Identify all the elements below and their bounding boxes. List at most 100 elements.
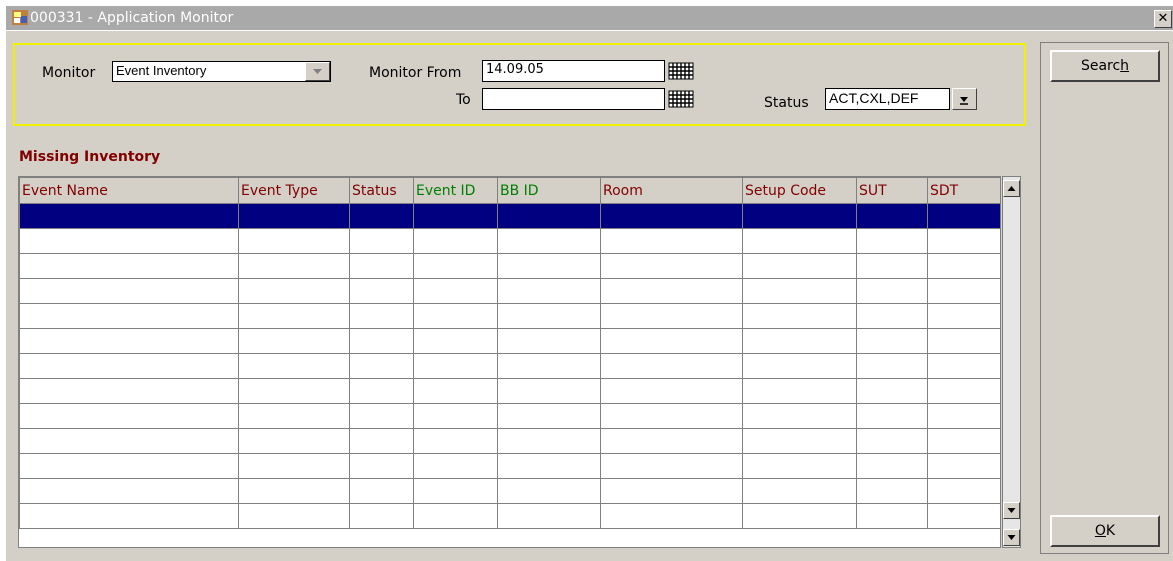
- table-cell[interactable]: [349, 303, 414, 329]
- table-cell[interactable]: [349, 278, 414, 304]
- table-cell[interactable]: [742, 353, 857, 379]
- table-cell[interactable]: [856, 403, 928, 429]
- table-row[interactable]: [19, 503, 1001, 529]
- table-cell[interactable]: [600, 228, 743, 254]
- table-cell[interactable]: [19, 353, 239, 379]
- close-button[interactable]: ✕: [1154, 10, 1172, 28]
- table-cell[interactable]: [413, 303, 498, 329]
- table-row[interactable]: [19, 478, 1001, 504]
- table-row[interactable]: [19, 328, 1001, 354]
- table-cell[interactable]: [19, 328, 239, 354]
- table-cell[interactable]: [413, 428, 498, 454]
- table-cell[interactable]: [19, 378, 239, 404]
- table-cell[interactable]: [600, 253, 743, 279]
- table-cell[interactable]: [349, 353, 414, 379]
- table-cell[interactable]: [413, 478, 498, 504]
- table-cell[interactable]: [742, 378, 857, 404]
- table-cell[interactable]: [742, 503, 857, 529]
- table-cell[interactable]: [856, 228, 928, 254]
- column-header-event-type[interactable]: Event Type: [238, 177, 350, 204]
- table-cell[interactable]: [742, 203, 857, 229]
- table-cell[interactable]: [600, 453, 743, 479]
- table-cell[interactable]: [497, 353, 601, 379]
- column-header-sdt[interactable]: SDT: [927, 177, 1001, 204]
- table-row[interactable]: [19, 303, 1001, 329]
- table-cell[interactable]: [497, 303, 601, 329]
- table-cell[interactable]: [497, 253, 601, 279]
- column-header-event-id[interactable]: Event ID: [413, 177, 498, 204]
- table-cell[interactable]: [856, 278, 928, 304]
- table-cell[interactable]: [238, 353, 350, 379]
- status-lov-button[interactable]: [952, 88, 977, 110]
- table-cell[interactable]: [600, 203, 743, 229]
- column-header-event-name[interactable]: Event Name: [19, 177, 239, 204]
- calendar-icon[interactable]: [668, 90, 694, 108]
- table-cell[interactable]: [497, 503, 601, 529]
- table-cell[interactable]: [927, 428, 1001, 454]
- column-header-setup-code[interactable]: Setup Code: [742, 177, 857, 204]
- table-cell[interactable]: [497, 278, 601, 304]
- table-cell[interactable]: [413, 328, 498, 354]
- table-cell[interactable]: [19, 453, 239, 479]
- table-cell[interactable]: [856, 503, 928, 529]
- table-cell[interactable]: [742, 278, 857, 304]
- ok-button[interactable]: OK: [1050, 515, 1160, 547]
- column-header-room[interactable]: Room: [600, 177, 743, 204]
- table-cell[interactable]: [238, 278, 350, 304]
- table-cell[interactable]: [600, 328, 743, 354]
- table-row[interactable]: [19, 378, 1001, 404]
- table-cell[interactable]: [349, 428, 414, 454]
- table-cell[interactable]: [349, 253, 414, 279]
- table-cell[interactable]: [349, 378, 414, 404]
- table-cell[interactable]: [927, 453, 1001, 479]
- table-cell[interactable]: [413, 378, 498, 404]
- scroll-up-button[interactable]: [1003, 180, 1020, 197]
- table-cell[interactable]: [856, 428, 928, 454]
- table-cell[interactable]: [927, 328, 1001, 354]
- table-cell[interactable]: [238, 478, 350, 504]
- table-cell[interactable]: [238, 303, 350, 329]
- table-row[interactable]: [19, 253, 1001, 279]
- monitor-dropdown-button[interactable]: [305, 62, 330, 81]
- table-cell[interactable]: [927, 503, 1001, 529]
- table-cell[interactable]: [742, 453, 857, 479]
- table-cell[interactable]: [349, 453, 414, 479]
- table-cell[interactable]: [856, 378, 928, 404]
- scroll-page-down-button[interactable]: [1003, 529, 1020, 546]
- table-cell[interactable]: [742, 303, 857, 329]
- table-row[interactable]: [19, 403, 1001, 429]
- table-cell[interactable]: [238, 328, 350, 354]
- table-cell[interactable]: [600, 303, 743, 329]
- table-cell[interactable]: [497, 378, 601, 404]
- table-cell[interactable]: [927, 478, 1001, 504]
- table-cell[interactable]: [600, 403, 743, 429]
- table-cell[interactable]: [742, 478, 857, 504]
- table-cell[interactable]: [413, 203, 498, 229]
- table-cell[interactable]: [413, 453, 498, 479]
- table-cell[interactable]: [927, 353, 1001, 379]
- table-cell[interactable]: [19, 403, 239, 429]
- table-cell[interactable]: [927, 253, 1001, 279]
- table-row[interactable]: [19, 428, 1001, 454]
- table-cell[interactable]: [856, 328, 928, 354]
- table-cell[interactable]: [238, 503, 350, 529]
- monitor-from-input[interactable]: 14.09.05: [482, 60, 665, 82]
- table-cell[interactable]: [413, 403, 498, 429]
- column-header-sut[interactable]: SUT: [856, 177, 928, 204]
- monitor-select[interactable]: Event Inventory: [112, 61, 331, 82]
- table-row[interactable]: [19, 228, 1001, 254]
- table-cell[interactable]: [856, 353, 928, 379]
- table-cell[interactable]: [600, 353, 743, 379]
- table-cell[interactable]: [600, 428, 743, 454]
- table-cell[interactable]: [413, 353, 498, 379]
- table-cell[interactable]: [927, 303, 1001, 329]
- table-cell[interactable]: [19, 503, 239, 529]
- table-cell[interactable]: [497, 203, 601, 229]
- table-cell[interactable]: [349, 503, 414, 529]
- table-cell[interactable]: [19, 428, 239, 454]
- table-cell[interactable]: [19, 228, 239, 254]
- table-cell[interactable]: [238, 403, 350, 429]
- table-cell[interactable]: [927, 228, 1001, 254]
- table-cell[interactable]: [413, 228, 498, 254]
- table-cell[interactable]: [19, 303, 239, 329]
